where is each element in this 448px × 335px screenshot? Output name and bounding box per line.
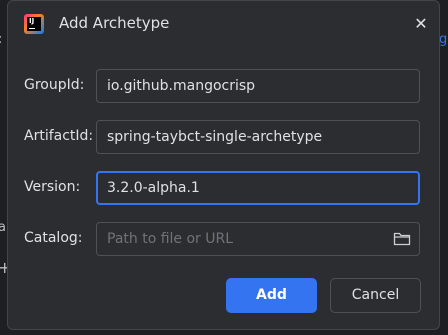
artifactid-row: ArtifactId: spring-taybct-single-archety… — [8, 120, 439, 154]
groupid-row: GroupId: io.github.mangocrisp — [8, 69, 439, 103]
dialog-title: Add Archetype — [59, 14, 170, 32]
version-label: Version: — [24, 179, 81, 195]
groupid-field[interactable]: io.github.mangocrisp — [96, 69, 420, 103]
close-icon[interactable]: ✕ — [412, 15, 430, 33]
add-button[interactable]: Add — [226, 278, 317, 313]
artifactid-field[interactable]: spring-taybct-single-archetype — [96, 120, 420, 154]
catalog-placeholder: Path to file or URL — [107, 231, 234, 247]
cancel-button[interactable]: Cancel — [330, 278, 421, 313]
add-archetype-dialog: IJ Add Archetype ✕ GroupId: io.github.ma… — [7, 0, 440, 330]
background-text-fragment: a — [0, 220, 6, 235]
dialog-titlebar: IJ Add Archetype ✕ — [8, 1, 439, 49]
groupid-label: GroupId: — [24, 77, 85, 93]
version-field[interactable]: 3.2.0-alpha.1 — [96, 171, 420, 205]
artifactid-label: ArtifactId: — [24, 128, 94, 144]
catalog-label: Catalog: — [24, 230, 83, 246]
folder-icon[interactable] — [393, 231, 411, 247]
version-row: Version: 3.2.0-alpha.1 — [8, 171, 439, 205]
background-text-fragment: : — [0, 32, 2, 47]
catalog-row: Catalog: Path to file or URL — [8, 222, 439, 256]
background-link-fragment: g — [439, 32, 448, 47]
catalog-field[interactable]: Path to file or URL — [96, 222, 420, 256]
app-icon: IJ — [24, 14, 44, 34]
